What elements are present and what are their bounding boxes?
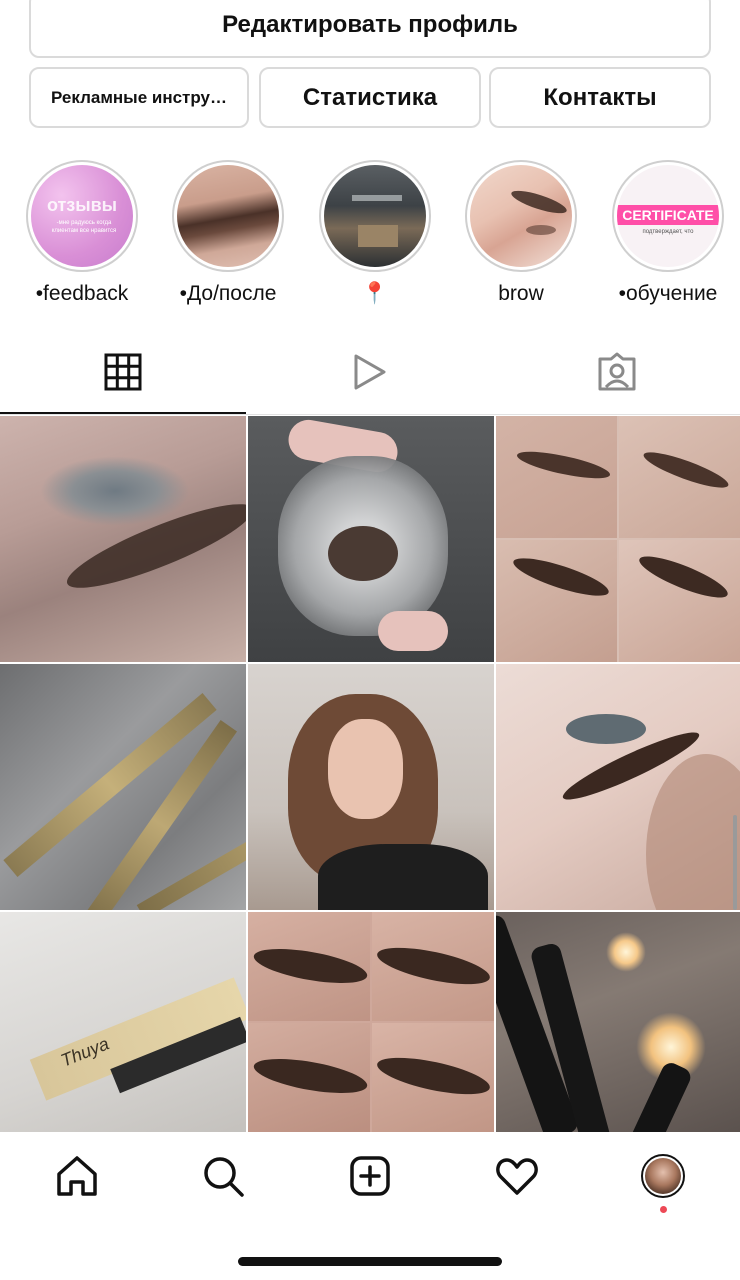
tab-posts-grid[interactable] (0, 330, 246, 414)
highlight-ring: отзывы -мне радуюсь когда клиентам все н… (26, 160, 138, 272)
highlight-ring (172, 160, 284, 272)
highlight-brow[interactable]: brow (451, 160, 591, 306)
highlight-label: brow (498, 282, 544, 305)
activity-heart-icon (496, 1158, 538, 1195)
highlight-cover-subtitle: подтверждает, что (642, 229, 694, 235)
highlight-training[interactable]: CERTIFICATE подтверждает, что •обучение (598, 160, 738, 306)
highlight-cover-feedback: отзывы -мне радуюсь когда клиентам все н… (31, 165, 133, 267)
profile-tabs (0, 330, 740, 416)
highlight-cover-location (324, 165, 426, 267)
home-indicator (238, 1257, 502, 1266)
edit-profile-button[interactable]: Редактировать профиль (29, 0, 711, 58)
scroll-indicator (733, 815, 737, 910)
nav-activity[interactable] (443, 1146, 591, 1206)
statistics-button[interactable]: Статистика (259, 67, 481, 128)
highlight-cover-subtitle: -мне радуюсь когда клиентам все нравится (51, 220, 117, 234)
grid-icon (104, 353, 142, 391)
highlight-cover-brow (470, 165, 572, 267)
grid-post-brow-and-lash[interactable] (496, 664, 740, 910)
grid-post-brow-collage[interactable] (496, 416, 740, 662)
highlight-ring: CERTIFICATE подтверждает, что (612, 160, 724, 272)
nav-create[interactable] (296, 1146, 444, 1206)
highlight-cover-title: CERTIFICATE (617, 205, 719, 225)
nav-profile[interactable] (589, 1146, 737, 1206)
search-icon (204, 1157, 244, 1197)
home-icon (57, 1156, 97, 1196)
highlight-label: 📍 (361, 282, 389, 305)
grid-post-brow-closeup[interactable] (0, 416, 246, 662)
highlight-ring (319, 160, 431, 272)
reels-icon (354, 354, 386, 390)
highlight-location[interactable]: 📍 (305, 160, 445, 306)
tab-reels[interactable] (246, 330, 492, 414)
ad-tools-button[interactable]: Рекламные инстру… (29, 67, 249, 128)
nav-search[interactable] (149, 1146, 297, 1206)
highlight-feedback[interactable]: отзывы -мне радуюсь когда клиентам все н… (12, 160, 152, 306)
create-post-icon (350, 1156, 390, 1196)
grid-post-selfie-portrait[interactable] (248, 664, 494, 910)
highlight-cover-training: CERTIFICATE подтверждает, что (617, 165, 719, 267)
posts-grid: Thuya (0, 416, 740, 1132)
grid-post-henna-jar[interactable] (248, 416, 494, 662)
notification-dot (660, 1206, 667, 1213)
highlight-cover-before-after (177, 165, 279, 267)
nav-home[interactable] (3, 1146, 151, 1206)
tabs-divider (0, 414, 740, 415)
highlight-ring (465, 160, 577, 272)
grid-post-tweezers[interactable] (0, 664, 246, 910)
contacts-button[interactable]: Контакты (489, 67, 711, 128)
profile-avatar (641, 1154, 685, 1198)
tagged-icon (598, 352, 636, 391)
grid-post-thuya-product[interactable]: Thuya (0, 912, 246, 1132)
highlight-cover-title: отзывы (46, 195, 118, 215)
highlight-label: •feedback (35, 282, 129, 305)
highlight-before-after[interactable]: •До/после (158, 160, 298, 306)
highlight-label: •обучение (618, 282, 718, 305)
grid-post-brow-collage-2[interactable] (248, 912, 494, 1132)
grid-post-mascara-brushes[interactable] (496, 912, 740, 1132)
tab-tagged[interactable] (494, 330, 740, 414)
highlight-label: •До/после (179, 282, 277, 305)
